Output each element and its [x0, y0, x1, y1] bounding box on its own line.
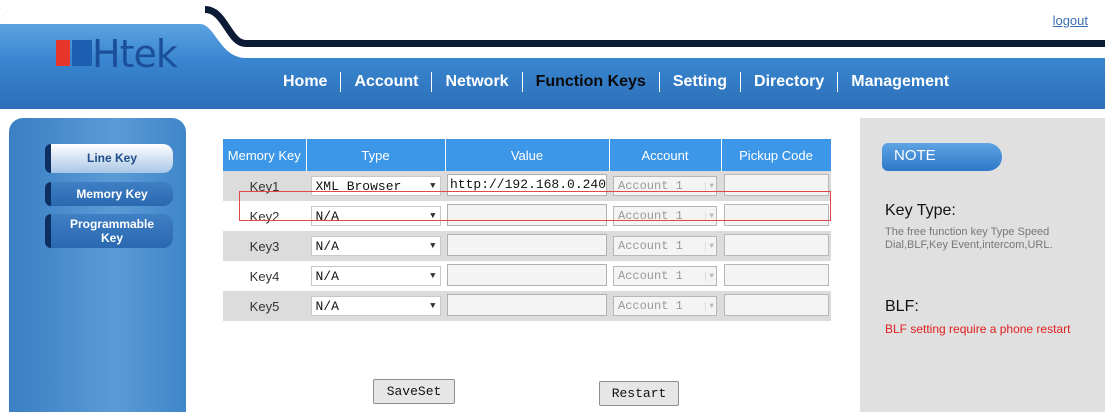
logo-blue-square: [72, 40, 92, 66]
restart-button[interactable]: Restart: [599, 381, 679, 406]
pickup-code-input: [723, 173, 829, 196]
nav-directory[interactable]: Directory: [741, 73, 837, 91]
value-input: [447, 263, 607, 286]
pickup-code-input: [723, 293, 829, 316]
sidebar: Line Key Memory Key Programmable Key: [9, 118, 186, 412]
header-memory-key: Memory Key: [223, 139, 307, 171]
nav-account[interactable]: Account: [341, 73, 431, 91]
account-select-value: Account 1: [618, 209, 683, 223]
value-input: [447, 203, 607, 226]
key-type-text: The free function key Type Speed Dial,BL…: [885, 226, 1053, 251]
table-header-row: Memory Key Type Value Account Pickup Cod…: [223, 139, 832, 171]
logout-link[interactable]: logout: [1053, 13, 1088, 28]
account-select: Account 1 ▼: [613, 176, 717, 196]
header-type: Type: [306, 139, 446, 171]
nav-function-keys[interactable]: Function Keys: [523, 73, 659, 91]
table-row: Key4 N/A ▼ Account 1 ▼: [223, 261, 831, 291]
table-row: Key2 N/A ▼ Account 1 ▼: [223, 201, 831, 231]
table-row: Key3 N/A ▼ Account 1 ▼: [223, 231, 831, 261]
chevron-down-icon: ▼: [705, 241, 714, 251]
header-pickup-code: Pickup Code: [721, 139, 832, 171]
account-select: Account 1 ▼: [613, 296, 717, 316]
value-input: [447, 293, 607, 316]
sidebar-item-label-line1: Programmable: [69, 217, 155, 231]
key-name: Key5: [223, 291, 306, 321]
chevron-down-icon: ▼: [430, 181, 436, 191]
account-select-value: Account 1: [618, 299, 683, 313]
key-name: Key2: [223, 201, 306, 231]
type-select[interactable]: N/A ▼: [310, 266, 441, 286]
table-row: Key5 N/A ▼ Account 1 ▼: [223, 291, 831, 321]
account-select: Account 1 ▼: [613, 206, 717, 226]
pickup-code-input: [723, 233, 829, 256]
pickup-code-input: [723, 203, 829, 226]
chevron-down-icon: ▼: [430, 301, 436, 311]
key-name: Key4: [223, 261, 306, 291]
key-type-heading: Key Type:: [885, 202, 956, 219]
chevron-down-icon: ▼: [705, 211, 714, 221]
sidebar-item-line-key[interactable]: Line Key: [45, 144, 173, 173]
logo-word: Htek: [92, 32, 178, 76]
header-account: Account: [609, 139, 722, 171]
sidebar-item-label-line2: Key: [100, 231, 123, 245]
nav-setting[interactable]: Setting: [660, 73, 740, 91]
header-value: Value: [445, 139, 610, 171]
chevron-down-icon: ▼: [705, 271, 714, 281]
key-name: Key1: [223, 171, 306, 201]
nav-home[interactable]: Home: [270, 73, 340, 91]
sidebar-item-memory-key[interactable]: Memory Key: [45, 182, 173, 206]
chevron-down-icon: ▼: [430, 241, 436, 251]
account-select-value: Account 1: [618, 239, 683, 253]
type-select-value: N/A: [315, 298, 339, 314]
chevron-down-icon: ▼: [430, 271, 436, 281]
account-select: Account 1 ▼: [613, 266, 717, 286]
value-input[interactable]: http://192.168.0.240: [447, 173, 607, 196]
nav-network[interactable]: Network: [432, 73, 521, 91]
memory-key-table: Memory Key Type Value Account Pickup Cod…: [223, 139, 832, 321]
type-select[interactable]: N/A ▼: [310, 206, 441, 226]
htek-logo: Htek: [56, 32, 196, 76]
blf-text: BLF setting require a phone restart: [885, 322, 1071, 336]
type-select[interactable]: XML Browser ▼: [310, 176, 441, 196]
chevron-down-icon: ▼: [430, 211, 436, 221]
top-nav: Home Account Network Function Keys Setti…: [270, 70, 962, 94]
header: Htek logout Home Account Network Functio…: [0, 0, 1105, 112]
nav-management[interactable]: Management: [838, 73, 962, 91]
account-select: Account 1 ▼: [613, 236, 717, 256]
note-tab: NOTE: [882, 143, 1002, 171]
main-panel: Memory Key Type Value Account Pickup Cod…: [194, 118, 850, 412]
account-select-value: Account 1: [618, 269, 683, 283]
saveset-button[interactable]: SaveSet: [373, 379, 455, 404]
type-select-value: N/A: [315, 208, 339, 224]
chevron-down-icon: ▼: [705, 181, 714, 191]
note-panel: NOTE Key Type: The free function key Typ…: [860, 118, 1105, 412]
logo-red-square: [56, 40, 70, 66]
type-select[interactable]: N/A ▼: [310, 236, 441, 256]
table-row: Key1 XML Browser ▼ http://192.168.0.240 A…: [223, 171, 831, 201]
key-name: Key3: [223, 231, 306, 261]
account-select-value: Account 1: [618, 179, 683, 193]
blf-heading: BLF:: [885, 298, 919, 315]
pickup-code-input: [723, 263, 829, 286]
chevron-down-icon: ▼: [705, 301, 714, 311]
type-select-value: XML Browser: [315, 178, 402, 194]
sidebar-item-programmable-key[interactable]: Programmable Key: [45, 214, 173, 248]
value-input: [447, 233, 607, 256]
type-select[interactable]: N/A ▼: [310, 296, 441, 316]
type-select-value: N/A: [315, 238, 339, 254]
type-select-value: N/A: [315, 268, 339, 284]
